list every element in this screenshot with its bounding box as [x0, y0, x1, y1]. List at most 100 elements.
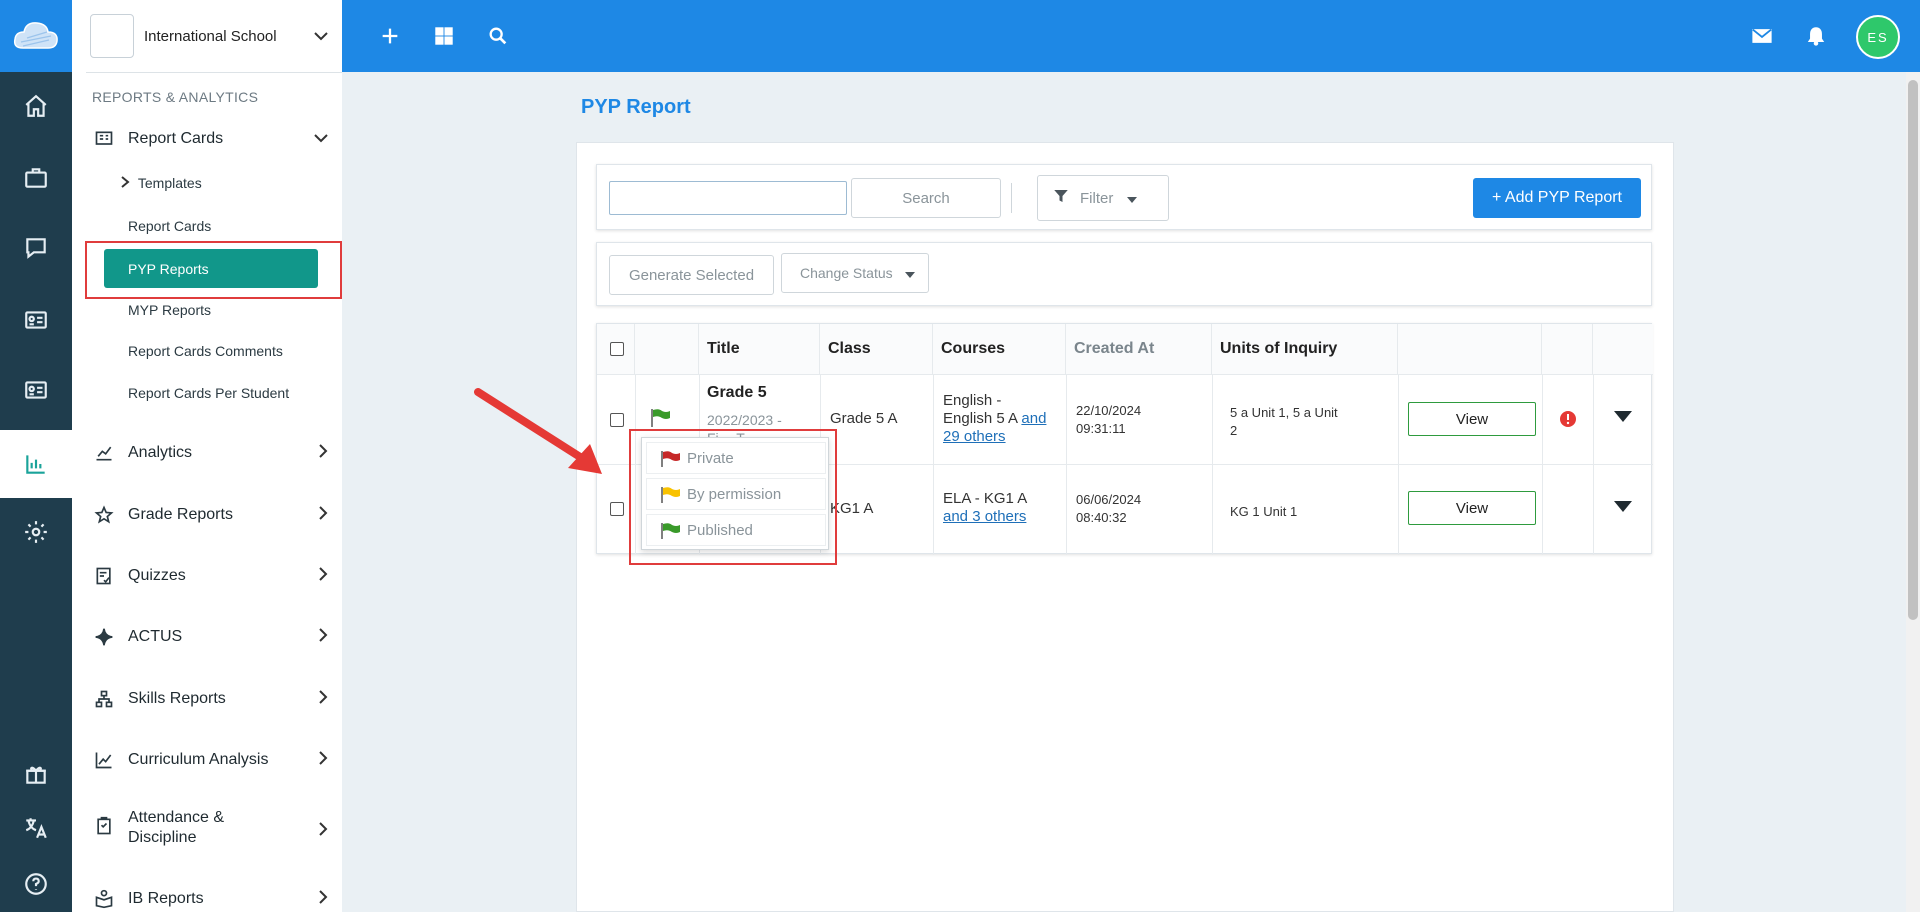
column-header-created-at[interactable]: Created At: [1066, 324, 1212, 374]
report-card-icon[interactable]: [0, 360, 72, 420]
col-divider: [933, 374, 934, 555]
plus-icon[interactable]: [376, 22, 404, 50]
school-logo: [90, 14, 134, 58]
column-header-title[interactable]: Title: [699, 324, 820, 374]
column-header-courses[interactable]: Courses: [933, 324, 1066, 374]
units-cell: 5 a Unit 1, 5 a Unit 2: [1230, 404, 1338, 440]
sparkle-icon: [92, 625, 116, 649]
search-icon[interactable]: [484, 22, 512, 50]
created-at-cell: 06/06/2024 08:40:32: [1076, 491, 1141, 527]
alert-icon[interactable]: [1559, 410, 1577, 433]
row-menu-caret-icon[interactable]: [1614, 411, 1632, 422]
created-at-cell: 22/10/2024 09:31:11: [1076, 402, 1141, 438]
quiz-icon: [92, 564, 116, 588]
column-header-units-of-inquiry[interactable]: Units of Inquiry: [1212, 324, 1398, 374]
add-pyp-report-button[interactable]: + Add PYP Report: [1473, 178, 1641, 218]
col-divider: [1212, 374, 1213, 555]
chevron-down-icon: [314, 130, 328, 148]
mail-icon[interactable]: [1748, 22, 1776, 50]
user-avatar[interactable]: ES: [1856, 15, 1900, 59]
nav-analytics[interactable]: Analytics: [92, 441, 328, 465]
translate-icon[interactable]: [0, 798, 72, 858]
bell-icon[interactable]: [1802, 22, 1830, 50]
chevron-right-icon: [318, 689, 328, 709]
nav-label: Analytics: [128, 444, 193, 461]
school-selector[interactable]: International School: [90, 14, 334, 58]
topbar: ES: [342, 0, 1920, 72]
col-divider: [1593, 374, 1594, 555]
course-line-1: ELA - KG1 A: [943, 490, 1028, 507]
cloud-logo-icon[interactable]: [0, 0, 72, 72]
grid-icon[interactable]: [430, 22, 458, 50]
change-status-button[interactable]: Change Status: [781, 253, 929, 293]
nav-skills-reports[interactable]: Skills Reports: [92, 687, 328, 711]
chevron-right-icon: [318, 750, 328, 770]
nav-grade-reports[interactable]: Grade Reports: [92, 503, 328, 527]
nav-myp-reports[interactable]: MYP Reports: [128, 302, 211, 318]
chevron-right-icon: [318, 889, 328, 909]
class-cell: Grade 5 A: [830, 410, 898, 427]
nav-label: IB Reports: [128, 890, 204, 907]
row-checkbox[interactable]: [610, 502, 624, 516]
chat-icon[interactable]: [0, 218, 72, 278]
school-name: International School: [144, 27, 277, 45]
nav-report-cards-sub[interactable]: Report Cards: [128, 218, 211, 234]
annotation-arrow: [474, 388, 602, 474]
created-date: 22/10/2024: [1076, 403, 1142, 418]
star-icon: [92, 503, 116, 527]
course-line-1: English -: [943, 392, 1002, 409]
units-line-2: 2: [1230, 423, 1238, 438]
view-button[interactable]: View: [1408, 402, 1536, 436]
gift-icon[interactable]: [0, 744, 72, 804]
row-menu-caret-icon[interactable]: [1614, 501, 1632, 512]
more-courses-link[interactable]: 29 others: [943, 428, 1006, 445]
select-all-checkbox[interactable]: [610, 342, 624, 356]
nav-actus[interactable]: ACTUS: [92, 625, 328, 649]
more-courses-link[interactable]: and 3 others: [943, 508, 1026, 525]
caret-down-icon: [904, 265, 915, 281]
line-chart-icon: [92, 748, 116, 772]
page-scrollbar-thumb[interactable]: [1908, 80, 1918, 620]
report-title[interactable]: Grade 5: [707, 384, 767, 402]
units-cell: KG 1 Unit 1: [1230, 504, 1298, 519]
settings-gear-icon[interactable]: [0, 502, 72, 562]
attendance-line1: Attendance &: [128, 809, 225, 826]
nav-templates[interactable]: Templates: [120, 175, 202, 191]
nav-attendance-discipline[interactable]: Attendance & Discipline: [92, 808, 328, 848]
filter-button[interactable]: Filter: [1037, 175, 1169, 221]
nav-report-cards-per-student[interactable]: Report Cards Per Student: [128, 385, 289, 401]
nav-report-cards-comments[interactable]: Report Cards Comments: [128, 343, 283, 359]
report-subtitle: 2022/2023 -: [707, 412, 782, 428]
row-divider: [597, 374, 1653, 375]
highlight-box: [85, 241, 342, 299]
units-line-1: 5 a Unit 1, 5 a Unit: [1230, 405, 1338, 420]
id-card-icon[interactable]: [0, 290, 72, 350]
nav-ib-reports[interactable]: IB Reports: [92, 887, 328, 911]
chevron-right-icon: [120, 175, 130, 191]
nav-label: Grade Reports: [128, 506, 233, 523]
created-time: 08:40:32: [1076, 510, 1127, 525]
nav-label: Curriculum Analysis: [128, 751, 269, 768]
nav-report-cards[interactable]: Report Cards: [92, 127, 328, 151]
chevron-right-icon: [318, 443, 328, 463]
icon-rail: [0, 0, 72, 912]
nav-quizzes[interactable]: Quizzes: [92, 564, 328, 588]
nav-label: Report Cards: [128, 130, 224, 147]
search-input[interactable]: [609, 181, 847, 215]
bulk-actions-toolbar: Generate Selected Change Status: [596, 242, 1652, 306]
column-header-class[interactable]: Class: [820, 324, 933, 374]
search-toolbar: Search Filter + Add PYP Report: [596, 164, 1652, 230]
more-courses-link[interactable]: and: [1021, 410, 1046, 427]
nav-curriculum-analysis[interactable]: Curriculum Analysis: [92, 748, 328, 772]
view-button[interactable]: View: [1408, 491, 1536, 525]
help-icon[interactable]: [0, 854, 72, 912]
generate-selected-button[interactable]: Generate Selected: [609, 255, 774, 295]
templates-label: Templates: [137, 175, 202, 191]
briefcase-icon[interactable]: [0, 148, 72, 208]
section-title: REPORTS & ANALYTICS: [92, 89, 259, 105]
analytics-chart-icon[interactable]: [0, 430, 72, 498]
search-button[interactable]: Search: [851, 178, 1001, 218]
home-icon[interactable]: [0, 76, 72, 136]
header-alert-cell: [1542, 324, 1593, 374]
created-time: 09:31:11: [1076, 421, 1126, 436]
